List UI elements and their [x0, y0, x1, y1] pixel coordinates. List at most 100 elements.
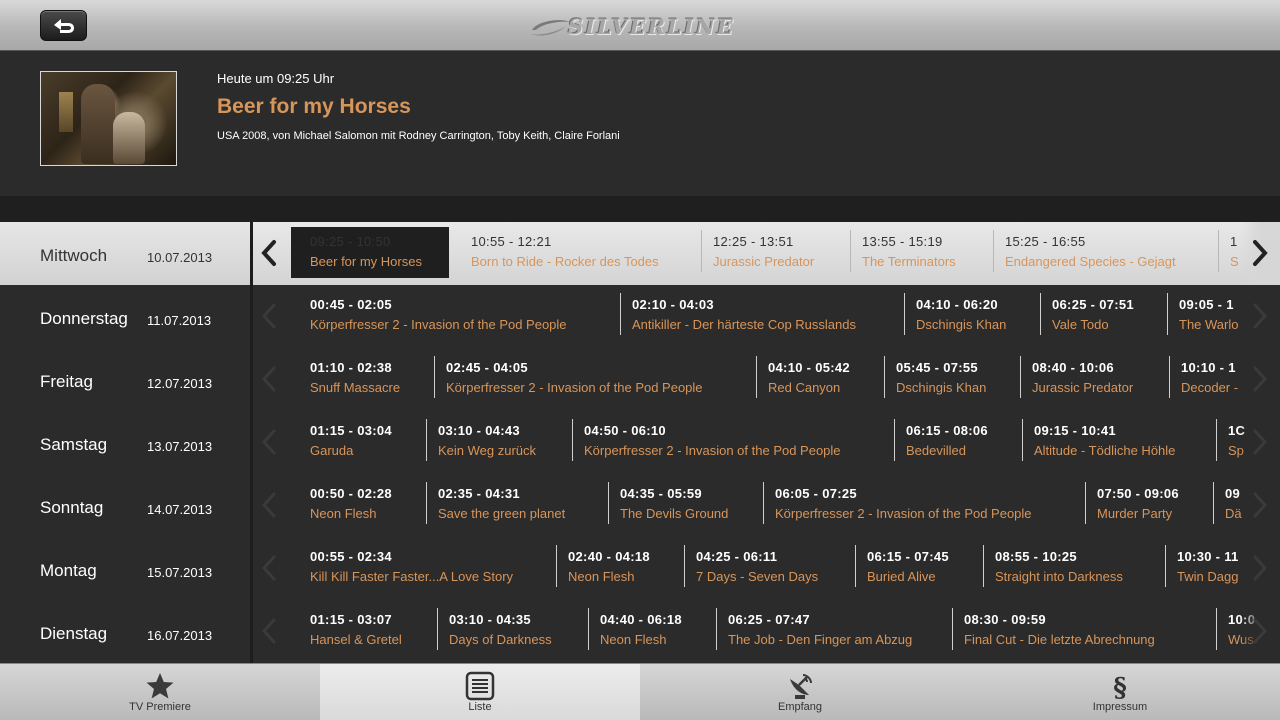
- scroll-left-arrow-icon[interactable]: [259, 428, 279, 456]
- program-time: 01:15 - 03:04: [310, 423, 392, 438]
- program-item[interactable]: 04:25 - 06:11 7 Days - Seven Days: [696, 542, 844, 593]
- program-item[interactable]: 05:45 - 07:55 Dschingis Khan: [896, 353, 1010, 404]
- tab-liste[interactable]: Liste: [320, 664, 640, 720]
- program-separator: [993, 230, 994, 272]
- satellite-icon: [785, 671, 815, 701]
- day-item-montag[interactable]: Montag 15.07.2013: [0, 537, 250, 600]
- program-item[interactable]: 04:35 - 05:59 The Devils Ground: [620, 479, 753, 530]
- scroll-left-arrow-icon[interactable]: [259, 554, 279, 582]
- day-item-samstag[interactable]: Samstag 13.07.2013: [0, 411, 250, 474]
- scroll-left-arrow-icon[interactable]: [259, 365, 279, 393]
- scroll-left-arrow-icon[interactable]: [259, 302, 279, 330]
- tab-tv-premiere[interactable]: TV Premiere: [0, 664, 320, 720]
- program-item[interactable]: 07:50 - 09:06 Murder Party: [1097, 479, 1203, 530]
- program-item[interactable]: 04:50 - 06:10 Körperfresser 2 - Invasion …: [584, 416, 884, 467]
- day-name: Dienstag: [40, 624, 108, 643]
- svg-text:§: §: [1113, 673, 1127, 701]
- program-item[interactable]: 09:25 - 10:50 Beer for my Horses: [291, 227, 449, 278]
- top-bar: SILVERLINE: [0, 0, 1280, 51]
- section-icon: §: [1105, 671, 1135, 703]
- day-item-donnerstag[interactable]: Donnerstag 11.07.2013: [0, 285, 250, 348]
- scroll-left-arrow-icon[interactable]: [259, 491, 279, 519]
- program-item[interactable]: 15:25 - 16:55 Endangered Species - Gejagt: [1005, 227, 1208, 278]
- program-item[interactable]: 02:10 - 04:03 Antikiller - Der härteste C…: [632, 290, 894, 341]
- program-separator: [620, 293, 621, 335]
- program-item[interactable]: 03:10 - 04:43 Kein Weg zurück: [438, 416, 562, 467]
- program-time: 02:40 - 04:18: [568, 549, 650, 564]
- program-separator: [904, 293, 905, 335]
- program-separator: [763, 482, 764, 524]
- program-item[interactable]: 12:25 - 13:51 Jurassic Predator: [713, 227, 841, 278]
- back-button[interactable]: [40, 10, 87, 41]
- program-item[interactable]: 10:55 - 12:21 Born to Ride - Rocker des T…: [471, 227, 692, 278]
- program-separator: [1020, 356, 1021, 398]
- program-item[interactable]: 02:35 - 04:31 Save the green planet: [438, 479, 598, 530]
- program-item[interactable]: 01:10 - 02:38 Snuff Massacre: [310, 353, 424, 404]
- day-date: 13.07.2013: [147, 439, 213, 454]
- day-item-freitag[interactable]: Freitag 12.07.2013: [0, 348, 250, 411]
- program-item[interactable]: 04:40 - 06:18 Neon Flesh: [600, 605, 705, 656]
- program-item[interactable]: 04:10 - 05:42 Red Canyon: [768, 353, 874, 404]
- day-name: Samstag: [40, 435, 108, 454]
- program-time: 15:25 - 16:55: [1005, 234, 1086, 249]
- program-item[interactable]: 03:10 - 04:35 Days of Darkness: [449, 605, 577, 656]
- program-title: Altitude - Tödliche Höhle: [1034, 443, 1176, 458]
- program-title: Save the green planet: [438, 506, 566, 521]
- day-date: 10.07.2013: [147, 250, 213, 265]
- tab-empfang[interactable]: Empfang: [640, 664, 960, 720]
- program-title: Körperfresser 2 - Invasion of the Pod Pe…: [775, 506, 1032, 521]
- scroll-right-arrow-icon[interactable]: [1250, 239, 1270, 267]
- program-item[interactable]: 06:25 - 07:51 Vale Todo: [1052, 290, 1157, 341]
- day-item-mittwoch[interactable]: Mittwoch 10.07.2013: [0, 222, 250, 285]
- tab-label: Liste: [468, 701, 492, 713]
- program-item[interactable]: 06:15 - 07:45 Buried Alive: [867, 542, 973, 593]
- program-title: Red Canyon: [768, 380, 841, 395]
- program-item[interactable]: 06:25 - 07:47 The Job - Den Finger am Abz…: [728, 605, 942, 656]
- program-item[interactable]: 06:05 - 07:25 Körperfresser 2 - Invasion …: [775, 479, 1074, 530]
- day-date: 16.07.2013: [147, 628, 213, 643]
- program-time: 08:40 - 10:06: [1032, 360, 1114, 375]
- program-item[interactable]: 02:45 - 04:05 Körperfresser 2 - Invasion …: [446, 353, 746, 404]
- scroll-right-arrow-icon[interactable]: [1250, 491, 1270, 519]
- program-item[interactable]: 00:55 - 02:34 Kill Kill Faster Faster...A…: [310, 542, 546, 593]
- divider-bar: [0, 196, 1280, 222]
- program-item[interactable]: 09:15 - 10:41 Altitude - Tödliche Höhle: [1034, 416, 1206, 467]
- program-separator: [426, 419, 427, 461]
- program-item[interactable]: 00:50 - 02:28 Neon Flesh: [310, 479, 416, 530]
- program-item[interactable]: 08:40 - 10:06 Jurassic Predator: [1032, 353, 1159, 404]
- scroll-left-arrow-icon[interactable]: [259, 617, 279, 645]
- program-item[interactable]: 00:45 - 02:05 Körperfresser 2 - Invasion …: [310, 290, 610, 341]
- program-separator: [756, 356, 757, 398]
- program-time: 04:25 - 06:11: [696, 549, 778, 564]
- day-item-sonntag[interactable]: Sonntag 14.07.2013: [0, 474, 250, 537]
- day-name: Sonntag: [40, 498, 104, 517]
- program-time: 02:35 - 04:31: [438, 486, 520, 501]
- scroll-right-arrow-icon[interactable]: [1250, 302, 1270, 330]
- program-separator: [434, 356, 435, 398]
- program-separator: [716, 608, 717, 650]
- day-name: Mittwoch: [40, 246, 108, 265]
- program-item[interactable]: 13:55 - 15:19 The Terminators: [862, 227, 984, 278]
- day-date: 11.07.2013: [147, 313, 212, 328]
- program-item[interactable]: 04:10 - 06:20 Dschingis Khan: [916, 290, 1030, 341]
- program-item[interactable]: 06:15 - 08:06 Bedevilled: [906, 416, 1012, 467]
- scroll-left-arrow-icon[interactable]: [259, 239, 279, 267]
- program-item[interactable]: 08:55 - 10:25 Straight into Darkness: [995, 542, 1154, 593]
- program-time: 00:45 - 02:05: [310, 297, 392, 312]
- program-item[interactable]: 01:15 - 03:04 Garuda: [310, 416, 416, 467]
- program-separator: [1218, 230, 1219, 272]
- program-separator: [1213, 482, 1214, 524]
- day-item-dienstag[interactable]: Dienstag 16.07.2013: [0, 600, 250, 663]
- program-item[interactable]: 02:40 - 04:18 Neon Flesh: [568, 542, 668, 593]
- program-time: 04:40 - 06:18: [600, 612, 682, 627]
- scroll-right-arrow-icon[interactable]: [1250, 365, 1270, 393]
- scroll-right-arrow-icon[interactable]: [1250, 554, 1270, 582]
- program-separator: [1169, 356, 1170, 398]
- program-title: The Terminators: [862, 254, 956, 269]
- program-item[interactable]: 01:15 - 03:07 Hansel & Gretel: [310, 605, 428, 656]
- scroll-right-arrow-icon[interactable]: [1250, 428, 1270, 456]
- program-separator: [684, 545, 685, 587]
- tab-impressum[interactable]: § Impressum: [960, 664, 1280, 720]
- scroll-right-arrow-icon[interactable]: [1250, 617, 1270, 645]
- program-item[interactable]: 08:30 - 09:59 Final Cut - Die letzte Abre…: [964, 605, 1189, 656]
